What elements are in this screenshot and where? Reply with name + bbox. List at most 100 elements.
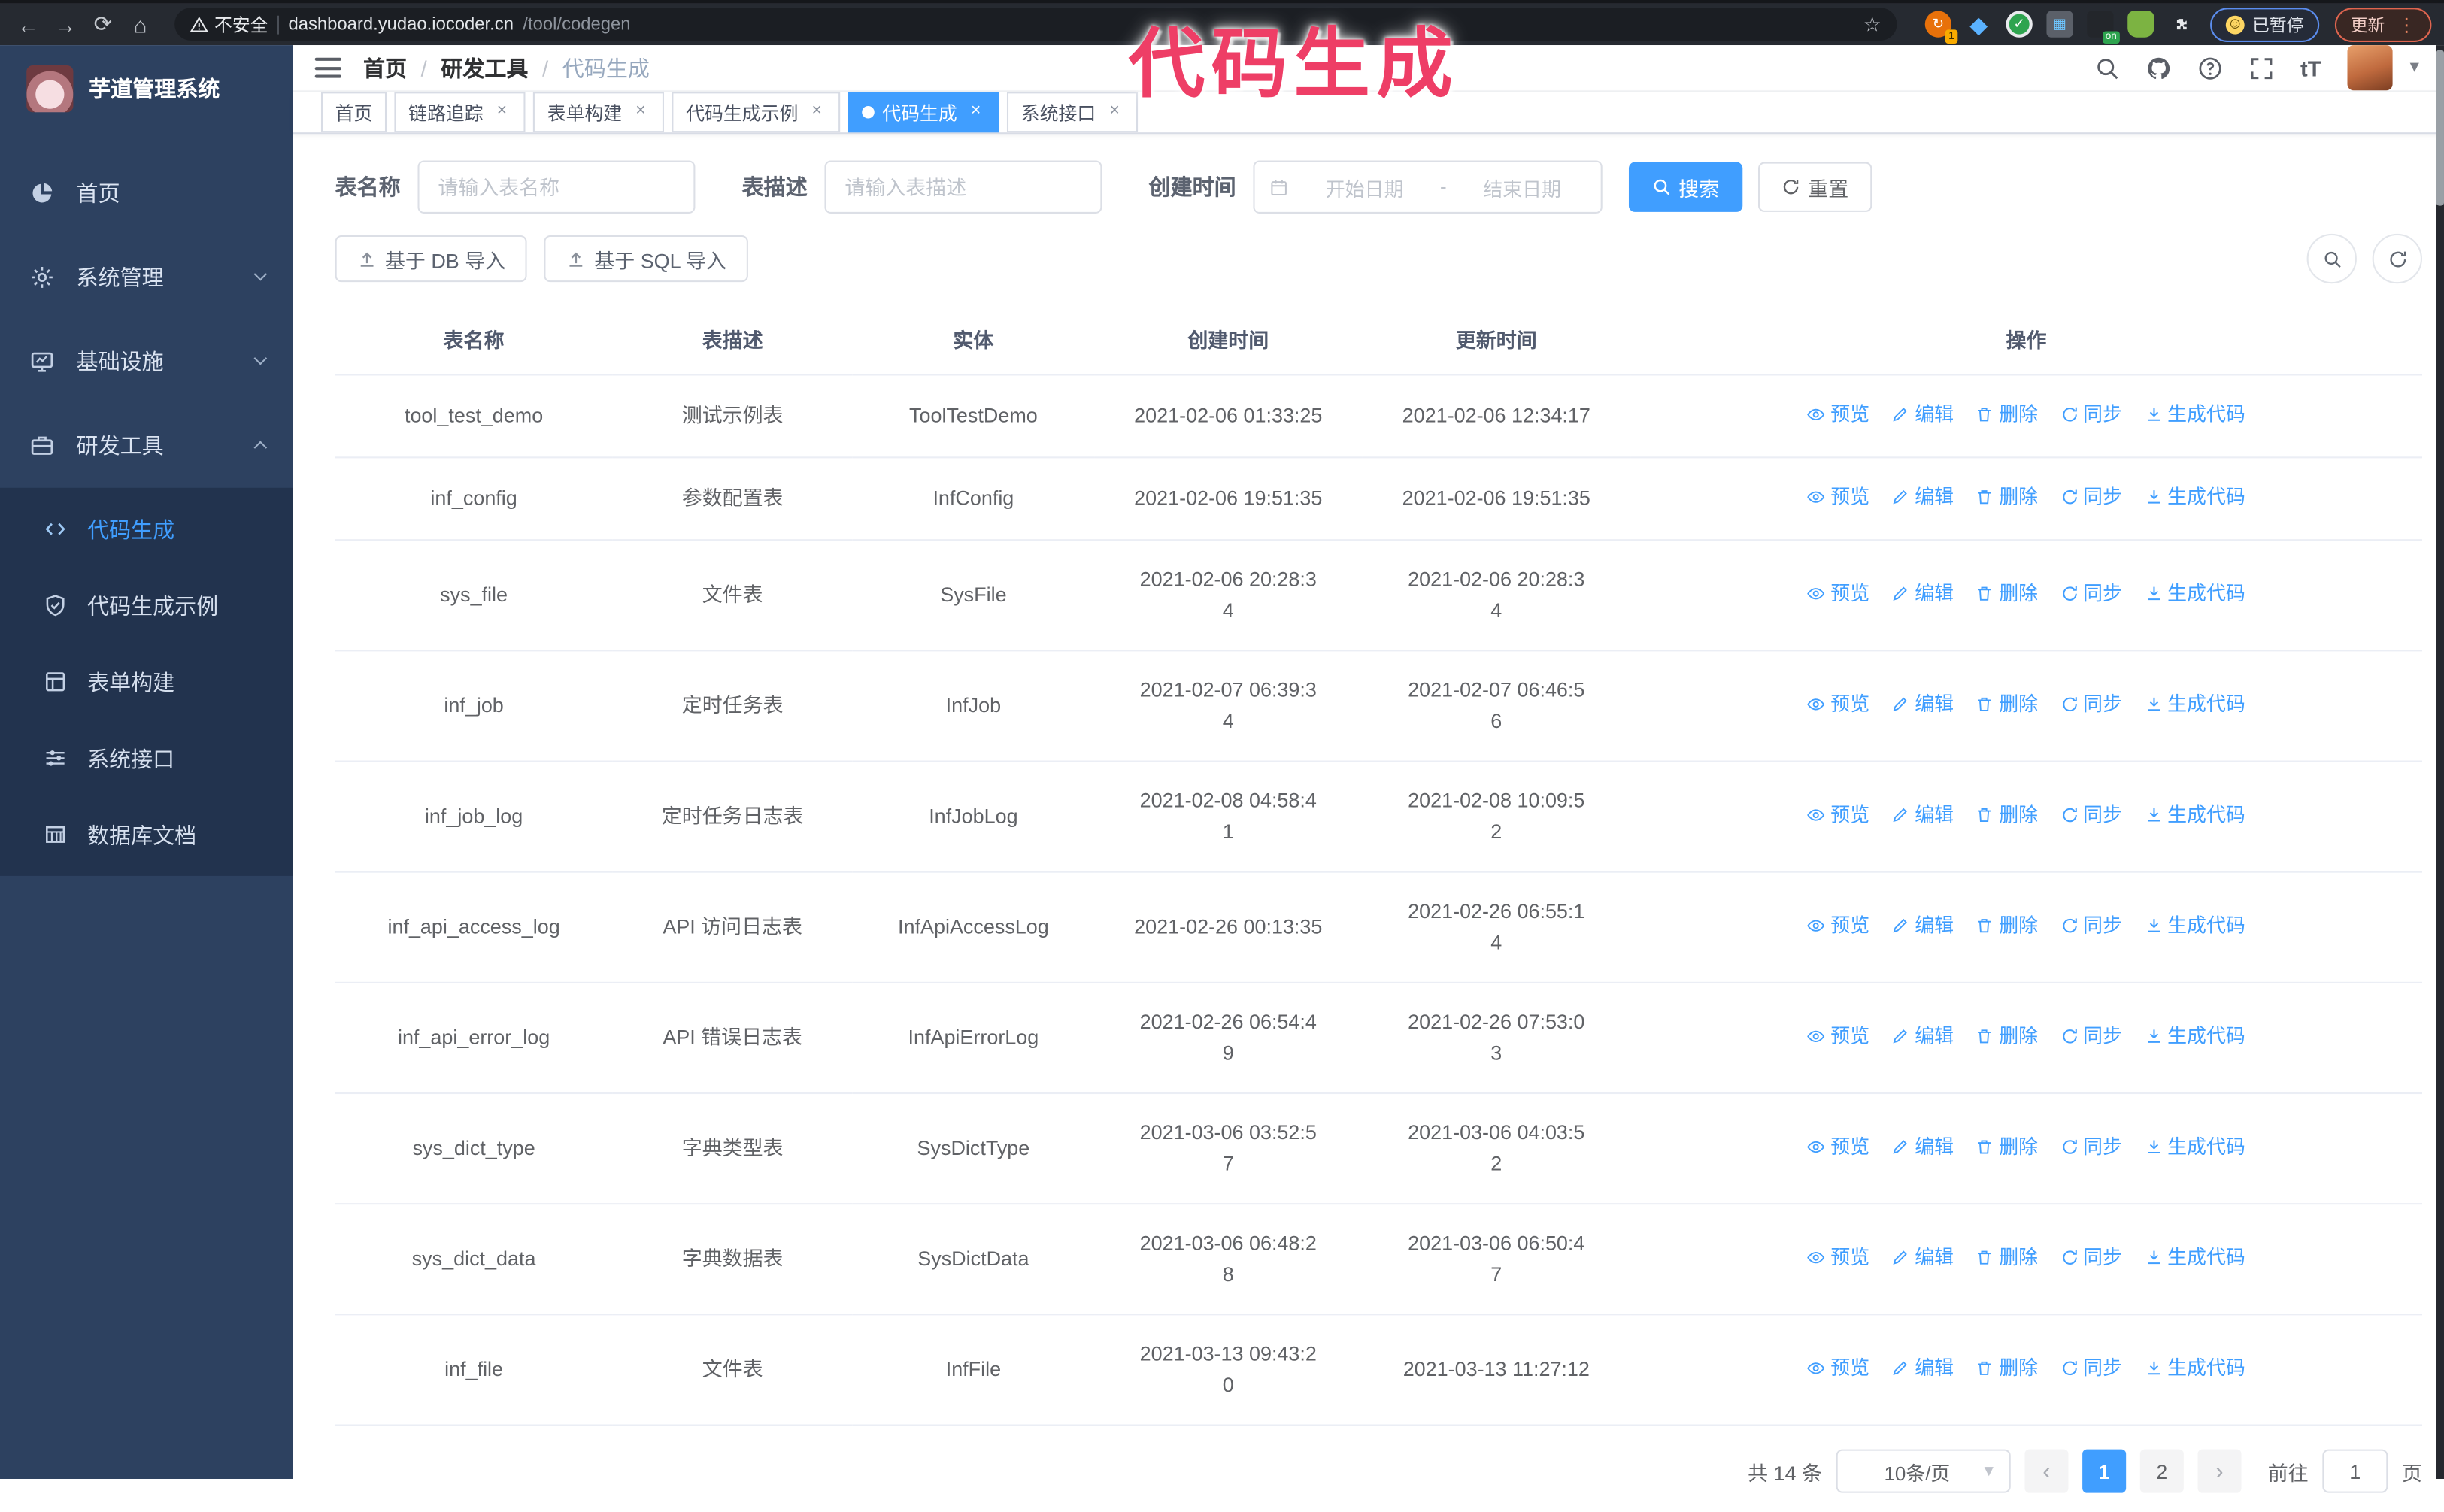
profile-paused-chip[interactable]: ☺ 已暂停 <box>2210 7 2320 41</box>
browser-back-icon[interactable]: ← <box>13 8 44 39</box>
sidebar-item-codegen[interactable]: 代码生成 <box>0 491 293 568</box>
breadcrumb-home[interactable]: 首页 <box>363 52 407 83</box>
search-button[interactable]: 搜索 <box>1628 162 1743 212</box>
action-preview[interactable]: 预览 <box>1807 1021 1869 1052</box>
action-generate[interactable]: 生成代码 <box>2144 399 2245 430</box>
logo-row[interactable]: 芋道管理系统 <box>0 45 293 129</box>
action-delete[interactable]: 删除 <box>1976 689 2038 720</box>
action-sync[interactable]: 同步 <box>2060 481 2122 512</box>
extension-check-icon[interactable]: ✓ <box>2006 11 2033 38</box>
sidebar-item-form-builder[interactable]: 表单构建 <box>0 644 293 720</box>
close-icon[interactable]: × <box>966 102 985 122</box>
action-preview[interactable]: 预览 <box>1807 578 1869 609</box>
extension-gem-icon[interactable]: ◆ <box>1966 11 1992 38</box>
action-preview[interactable]: 预览 <box>1807 481 1869 512</box>
goto-page-input[interactable] <box>2322 1449 2388 1493</box>
tab-trace[interactable]: 链路追踪 × <box>394 92 526 133</box>
fullscreen-icon[interactable] <box>2249 56 2274 80</box>
action-preview[interactable]: 预览 <box>1807 910 1869 941</box>
help-icon[interactable] <box>2197 56 2222 80</box>
window-scrollbar[interactable] <box>2436 45 2444 1479</box>
browser-update-chip[interactable]: 更新 ⋮ <box>2334 7 2432 41</box>
action-delete[interactable]: 删除 <box>1976 481 2038 512</box>
action-generate[interactable]: 生成代码 <box>2144 910 2245 941</box>
action-generate[interactable]: 生成代码 <box>2144 799 2245 830</box>
extension-grid-icon[interactable]: ▦ <box>2046 11 2073 38</box>
reset-button[interactable]: 重置 <box>1758 162 1872 212</box>
action-sync[interactable]: 同步 <box>2060 910 2122 941</box>
address-bar[interactable]: 不安全 dashboard.yudao.iocoder.cn/tool/code… <box>174 8 1897 41</box>
import-db-button[interactable]: 基于 DB 导入 <box>335 235 528 283</box>
close-icon[interactable]: × <box>493 102 511 122</box>
action-sync[interactable]: 同步 <box>2060 399 2122 430</box>
action-edit[interactable]: 编辑 <box>1891 689 1954 720</box>
tab-system-api[interactable]: 系统接口 × <box>1007 92 1139 133</box>
import-sql-button[interactable]: 基于 SQL 导入 <box>544 235 749 283</box>
extension-orange-icon[interactable]: ↻ 1 <box>1924 11 1958 44</box>
action-sync[interactable]: 同步 <box>2060 799 2122 830</box>
action-edit[interactable]: 编辑 <box>1891 1242 1954 1273</box>
action-generate[interactable]: 生成代码 <box>2144 578 2245 609</box>
sidebar-item-home[interactable]: 首页 <box>0 151 293 235</box>
table-desc-input[interactable] <box>824 160 1102 214</box>
prev-page-button[interactable]: ‹ <box>2024 1449 2069 1493</box>
security-warning[interactable]: 不安全 <box>190 12 268 37</box>
action-sync[interactable]: 同步 <box>2060 1021 2122 1052</box>
action-sync[interactable]: 同步 <box>2060 1353 2122 1383</box>
user-avatar[interactable] <box>2347 45 2393 91</box>
action-edit[interactable]: 编辑 <box>1891 799 1954 830</box>
page-button-1[interactable]: 1 <box>2082 1449 2127 1493</box>
font-size-icon[interactable]: tT <box>2300 56 2321 80</box>
action-generate[interactable]: 生成代码 <box>2144 1132 2245 1162</box>
sidebar-item-db-doc[interactable]: 数据库文档 <box>0 796 293 873</box>
action-edit[interactable]: 编辑 <box>1891 578 1954 609</box>
avatar-caret-down-icon[interactable]: ▼ <box>2406 59 2422 77</box>
refresh-table-button[interactable] <box>2372 233 2422 284</box>
extensions-puzzle-icon[interactable] <box>2168 11 2194 38</box>
browser-menu-dots-icon[interactable]: ⋮ <box>2397 14 2416 35</box>
scrollbar-thumb[interactable] <box>2436 50 2444 206</box>
page-button-2[interactable]: 2 <box>2139 1449 2184 1493</box>
hamburger-icon[interactable] <box>314 57 341 78</box>
breadcrumb-devtools[interactable]: 研发工具 <box>441 52 528 83</box>
action-generate[interactable]: 生成代码 <box>2144 1242 2245 1273</box>
action-sync[interactable]: 同步 <box>2060 689 2122 720</box>
next-page-button[interactable]: › <box>2197 1449 2242 1493</box>
browser-home-icon[interactable]: ⌂ <box>125 8 156 39</box>
sidebar-item-system-api[interactable]: 系统接口 <box>0 720 293 797</box>
action-generate[interactable]: 生成代码 <box>2144 689 2245 720</box>
sidebar-item-codegen-example[interactable]: 代码生成示例 <box>0 567 293 644</box>
action-delete[interactable]: 删除 <box>1976 1132 2038 1162</box>
action-preview[interactable]: 预览 <box>1807 799 1869 830</box>
action-sync[interactable]: 同步 <box>2060 1242 2122 1273</box>
action-preview[interactable]: 预览 <box>1807 399 1869 430</box>
action-delete[interactable]: 删除 <box>1976 1242 2038 1273</box>
action-preview[interactable]: 预览 <box>1807 1132 1869 1162</box>
action-generate[interactable]: 生成代码 <box>2144 481 2245 512</box>
search-icon[interactable] <box>2094 56 2119 80</box>
action-edit[interactable]: 编辑 <box>1891 1353 1954 1383</box>
tab-home[interactable]: 首页 <box>320 92 387 133</box>
action-delete[interactable]: 删除 <box>1976 799 2038 830</box>
action-generate[interactable]: 生成代码 <box>2144 1021 2245 1052</box>
action-preview[interactable]: 预览 <box>1807 1353 1869 1383</box>
close-icon[interactable]: × <box>632 102 650 122</box>
action-delete[interactable]: 删除 <box>1976 1021 2038 1052</box>
action-edit[interactable]: 编辑 <box>1891 481 1954 512</box>
action-preview[interactable]: 预览 <box>1807 689 1869 720</box>
extension-android-icon[interactable] <box>2127 11 2154 38</box>
close-icon[interactable]: × <box>808 102 826 122</box>
action-sync[interactable]: 同步 <box>2060 1132 2122 1162</box>
action-sync[interactable]: 同步 <box>2060 578 2122 609</box>
tab-codegen[interactable]: 代码生成 × <box>848 92 999 133</box>
tab-form-builder[interactable]: 表单构建 × <box>532 92 665 133</box>
action-edit[interactable]: 编辑 <box>1891 910 1954 941</box>
action-generate[interactable]: 生成代码 <box>2144 1353 2245 1383</box>
action-delete[interactable]: 删除 <box>1976 578 2038 609</box>
action-preview[interactable]: 预览 <box>1807 1242 1869 1273</box>
github-icon[interactable] <box>2146 56 2171 80</box>
close-icon[interactable]: × <box>1105 102 1124 122</box>
page-size-select[interactable]: 10条/页 ▼ <box>1836 1449 2011 1493</box>
action-edit[interactable]: 编辑 <box>1891 1021 1954 1052</box>
table-name-input[interactable] <box>417 160 696 214</box>
